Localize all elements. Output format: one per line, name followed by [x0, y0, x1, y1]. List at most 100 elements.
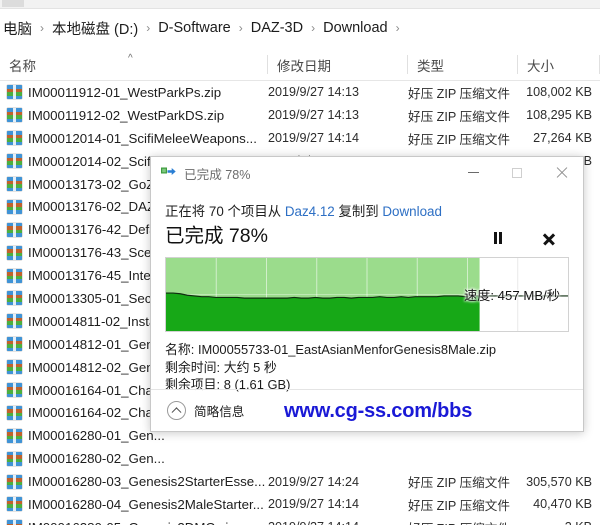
- breadcrumb-item-local-disk[interactable]: 本地磁盘 (D:): [51, 16, 139, 41]
- column-header-size-label: 大小: [527, 55, 554, 75]
- file-name-cell: IM00016280-03_Genesis2StarterEsse...: [28, 474, 266, 489]
- breadcrumb-item-daz-3d[interactable]: DAZ-3D: [250, 18, 304, 38]
- zip-archive-icon: [7, 406, 22, 420]
- cancel-transfer-button[interactable]: [535, 225, 561, 251]
- breadcrumb: 电脑 › 本地磁盘 (D:) › D-Software › DAZ-3D › D…: [0, 9, 600, 48]
- copy-prefix: 正在将: [165, 204, 205, 219]
- file-name-cell: IM00016280-02_Gen...: [28, 451, 266, 466]
- column-header-size[interactable]: 大小: [518, 48, 600, 81]
- file-name-cell: IM00016280-04_Genesis2MaleStarter...: [28, 497, 266, 512]
- zip-archive-icon: [7, 383, 22, 397]
- breadcrumb-separator-icon: ›: [139, 21, 157, 35]
- table-row[interactable]: IM00011912-01_WestParkPs.zip2019/9/27 14…: [0, 81, 600, 104]
- column-header-name[interactable]: 名称 ^: [0, 48, 268, 81]
- maximize-button[interactable]: [495, 157, 539, 188]
- progress-percent-row: 已完成 78%: [165, 221, 569, 255]
- close-button[interactable]: [539, 157, 583, 188]
- file-size-cell: 2 KB: [500, 520, 592, 525]
- detail-current-file: 名称: IM00055733-01_EastAsianMenforGenesis…: [165, 341, 569, 359]
- breadcrumb-item-download[interactable]: Download: [322, 18, 389, 38]
- zip-archive-icon: [7, 177, 22, 191]
- zip-archive-icon: [7, 314, 22, 328]
- column-header-date-label: 修改日期: [277, 55, 331, 75]
- breadcrumb-separator-icon: ›: [232, 21, 250, 35]
- detail-time-remaining: 剩余时间: 大约 5 秒: [165, 359, 569, 377]
- column-header-type[interactable]: 类型: [408, 48, 518, 81]
- toolbar-strip: [0, 0, 600, 9]
- file-explorer-window: 电脑 › 本地磁盘 (D:) › D-Software › DAZ-3D › D…: [0, 0, 600, 525]
- file-date-cell: 2019/9/27 14:14: [268, 131, 406, 145]
- zip-archive-icon: [7, 269, 22, 283]
- dialog-body: 正在将 70 个项目从 Daz4.12 复制到 Download 已完成 78%…: [151, 200, 583, 394]
- file-name-cell: IM00012014-01_ScifiMeleeWeapons...: [28, 131, 266, 146]
- transfer-details: 名称: IM00055733-01_EastAsianMenforGenesis…: [165, 341, 569, 394]
- table-row[interactable]: IM00016280-03_Genesis2StarterEsse...2019…: [0, 470, 600, 493]
- file-date-cell: 2019/9/27 14:13: [268, 85, 406, 99]
- table-row[interactable]: IM00016280-05_Genesis2DMC.zip2019/9/27 1…: [0, 516, 600, 525]
- zip-archive-icon: [7, 154, 22, 168]
- copy-description: 正在将 70 个项目从 Daz4.12 复制到 Download: [165, 200, 569, 220]
- speed-label: 速度: 457 MB/秒: [464, 285, 560, 304]
- file-size-cell: 40,470 KB: [500, 497, 592, 511]
- column-header-type-label: 类型: [417, 55, 444, 75]
- cancel-icon: [542, 232, 555, 245]
- minimize-icon: [468, 172, 479, 173]
- copy-progress-dialog: 已完成 78% 正在将 70 个项目从 Daz4.12 复制到 Download: [150, 156, 584, 432]
- copy-destination-link[interactable]: Download: [382, 204, 442, 219]
- zip-archive-icon: [7, 246, 22, 260]
- copy-item-count: 70: [209, 204, 224, 219]
- zip-archive-icon: [7, 360, 22, 374]
- zip-archive-icon: [7, 520, 22, 525]
- chevron-up-icon: [172, 407, 182, 417]
- copy-icon: [161, 166, 176, 179]
- minimize-button[interactable]: [451, 157, 495, 188]
- breadcrumb-separator-icon: ›: [33, 21, 51, 35]
- column-header-row: 名称 ^ 修改日期 类型 大小: [0, 48, 600, 81]
- pause-icon: [494, 232, 503, 244]
- pause-button[interactable]: [485, 225, 511, 251]
- column-header-name-label: 名称: [9, 55, 36, 75]
- zip-archive-icon: [7, 291, 22, 305]
- zip-archive-icon: [7, 475, 22, 489]
- breadcrumb-item-computer[interactable]: 电脑: [2, 16, 33, 41]
- zip-archive-icon: [7, 452, 22, 466]
- maximize-icon: [512, 168, 522, 178]
- column-header-date[interactable]: 修改日期: [268, 48, 408, 81]
- toolbar-ghost-button[interactable]: [2, 0, 24, 7]
- table-row[interactable]: IM00011912-02_WestParkDS.zip2019/9/27 14…: [0, 104, 600, 127]
- file-name-cell: IM00016280-05_Genesis2DMC.zip: [28, 520, 266, 525]
- less-details-label: 简略信息: [194, 401, 244, 420]
- zip-archive-icon: [7, 131, 22, 145]
- collapse-details-button[interactable]: [167, 401, 186, 420]
- sort-ascending-icon: ^: [128, 54, 133, 64]
- table-row[interactable]: IM00012014-01_ScifiMeleeWeapons...2019/9…: [0, 127, 600, 150]
- dialog-titlebar[interactable]: 已完成 78%: [151, 157, 583, 188]
- zip-archive-icon: [7, 108, 22, 122]
- zip-archive-icon: [7, 429, 22, 443]
- zip-archive-icon: [7, 200, 22, 214]
- zip-archive-icon: [7, 337, 22, 351]
- table-row[interactable]: IM00016280-02_Gen...: [0, 447, 600, 470]
- zip-archive-icon: [7, 223, 22, 237]
- file-name-cell: IM00011912-02_WestParkDS.zip: [28, 108, 266, 123]
- copy-middle: 个项目从: [228, 204, 282, 219]
- file-size-cell: 108,295 KB: [500, 108, 592, 122]
- file-size-cell: 27,264 KB: [500, 131, 592, 145]
- copy-connector: 复制到: [338, 204, 378, 219]
- breadcrumb-separator-icon: ›: [389, 21, 407, 35]
- zip-archive-icon: [7, 85, 22, 99]
- dialog-title: 已完成 78%: [184, 164, 251, 183]
- table-row[interactable]: IM00016280-04_Genesis2MaleStarter...2019…: [0, 493, 600, 516]
- breadcrumb-separator-icon: ›: [304, 21, 322, 35]
- file-date-cell: 2019/9/27 14:14: [268, 497, 406, 511]
- file-date-cell: 2019/9/27 14:13: [268, 108, 406, 122]
- file-name-cell: IM00011912-01_WestParkPs.zip: [28, 85, 266, 100]
- file-date-cell: 2019/9/27 14:14: [268, 520, 406, 525]
- breadcrumb-item-d-software[interactable]: D-Software: [157, 18, 232, 38]
- watermark-text: www.cg-ss.com/bbs: [284, 400, 472, 423]
- close-icon: [555, 166, 568, 179]
- file-size-cell: 108,002 KB: [500, 85, 592, 99]
- file-date-cell: 2019/9/27 14:24: [268, 475, 406, 489]
- speed-graph: 速度: 457 MB/秒: [165, 257, 569, 332]
- copy-source-link[interactable]: Daz4.12: [285, 204, 335, 219]
